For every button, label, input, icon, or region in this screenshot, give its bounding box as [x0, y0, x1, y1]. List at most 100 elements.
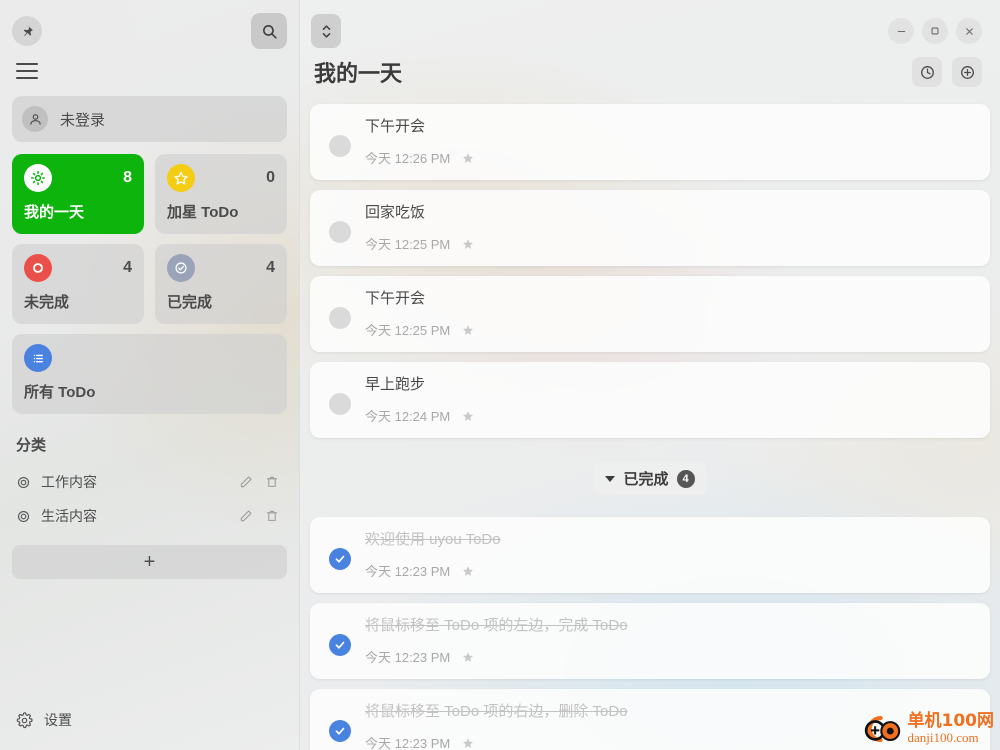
todo-meta: 今天 12:23 PM: [365, 647, 990, 666]
check-circle-icon: [167, 254, 195, 282]
close-icon[interactable]: [956, 18, 982, 44]
todo-text: 回家吃饭: [365, 204, 426, 221]
todo-list: 下午开会 今天 12:26 PM 回家吃饭 今天 12:25 PM 下午开会 今…: [300, 104, 1000, 750]
sort-updown-icon[interactable]: [311, 14, 341, 48]
category-row-life[interactable]: 生活内容: [12, 499, 287, 533]
category-name: 工作内容: [41, 474, 97, 490]
app-window: 未登录 8 我的一天 0 加星 ToDo 4 未完成 4 已完成 所有 ToDo…: [0, 0, 1000, 750]
todo-time: 今天 12:23 PM: [365, 650, 451, 665]
todo-meta: 今天 12:23 PM: [365, 733, 990, 750]
add-category-button[interactable]: +: [12, 545, 287, 579]
todo-checkbox[interactable]: [329, 548, 351, 570]
todo-text: 下午开会: [365, 290, 426, 307]
card-label: 未完成: [24, 294, 70, 311]
card-starred-todo[interactable]: 0 加星 ToDo: [155, 154, 287, 234]
todo-time: 今天 12:25 PM: [365, 237, 451, 252]
category-name: 生活内容: [41, 508, 97, 524]
star-icon[interactable]: [462, 324, 474, 336]
header-actions: [912, 57, 982, 87]
target-icon: [16, 509, 31, 524]
todo-item[interactable]: 早上跑步 今天 12:24 PM: [310, 362, 990, 438]
star-icon[interactable]: [462, 410, 474, 422]
completed-label: 已完成: [623, 471, 669, 488]
todo-checkbox[interactable]: [329, 307, 351, 329]
category-section-title: 分类: [16, 437, 47, 454]
completed-count-badge: 4: [676, 469, 695, 488]
star-icon[interactable]: [462, 152, 474, 164]
settings-label: 设置: [44, 712, 72, 728]
todo-checkbox[interactable]: [329, 634, 351, 656]
pencil-icon[interactable]: [239, 509, 253, 523]
todo-checkbox[interactable]: [329, 135, 351, 157]
star-icon[interactable]: [462, 737, 474, 749]
hamburger-icon[interactable]: [12, 58, 42, 84]
todo-checkbox[interactable]: [329, 393, 351, 415]
todo-checkbox[interactable]: [329, 221, 351, 243]
minus-icon[interactable]: [888, 18, 914, 44]
todo-item[interactable]: 下午开会 今天 12:25 PM: [310, 276, 990, 352]
page-title: 我的一天: [314, 61, 403, 86]
card-top: 0: [167, 164, 275, 192]
gear-icon: [16, 711, 33, 729]
card-top: 8: [24, 164, 132, 192]
sidebar-header: [12, 0, 287, 50]
todo-meta: 今天 12:23 PM: [365, 561, 990, 580]
window-controls: [888, 18, 982, 44]
todo-meta: 今天 12:26 PM: [365, 148, 990, 167]
todo-item[interactable]: 将鼠标移至 ToDo 项的右边，删除 ToDo 今天 12:23 PM: [310, 689, 990, 750]
pencil-icon[interactable]: [239, 475, 253, 489]
category-actions: [239, 475, 279, 489]
category-actions: [239, 509, 279, 523]
todo-text: 下午开会: [365, 118, 426, 135]
sun-icon: [24, 164, 52, 192]
card-label: 我的一天: [24, 204, 85, 221]
card-label: 所有 ToDo: [24, 384, 96, 401]
todo-checkbox[interactable]: [329, 720, 351, 742]
main-panel: 我的一天 下午开会 今天 12:26 PM 回家吃饭 今天 12:25 PM 下…: [300, 0, 1000, 750]
card-uncompleted[interactable]: 4 未完成: [12, 244, 144, 324]
clock-icon[interactable]: [912, 57, 942, 87]
trash-icon[interactable]: [265, 475, 279, 489]
todo-time: 今天 12:23 PM: [365, 564, 451, 579]
target-icon: [16, 475, 31, 490]
completed-section-divider: 已完成 4: [310, 462, 990, 495]
todo-time: 今天 12:23 PM: [365, 736, 451, 750]
circle-icon: [24, 254, 52, 282]
todo-text: 欢迎使用 uyou ToDo: [365, 531, 501, 548]
sidebar: 未登录 8 我的一天 0 加星 ToDo 4 未完成 4 已完成 所有 ToDo…: [0, 0, 300, 750]
todo-item[interactable]: 欢迎使用 uyou ToDo 今天 12:23 PM: [310, 517, 990, 593]
search-icon[interactable]: [251, 13, 287, 49]
square-icon[interactable]: [922, 18, 948, 44]
todo-item[interactable]: 下午开会 今天 12:26 PM: [310, 104, 990, 180]
card-my-day[interactable]: 8 我的一天: [12, 154, 144, 234]
trash-icon[interactable]: [265, 509, 279, 523]
caret-down-icon: [605, 475, 616, 482]
pushpin-icon[interactable]: [12, 16, 42, 46]
star-icon[interactable]: [462, 651, 474, 663]
todo-meta: 今天 12:25 PM: [365, 234, 990, 253]
todo-meta: 今天 12:24 PM: [365, 406, 990, 425]
main-titlebar: [300, 0, 1000, 50]
todo-time: 今天 12:24 PM: [365, 409, 451, 424]
user-icon: [22, 106, 48, 132]
todo-item[interactable]: 将鼠标移至 ToDo 项的左边，完成 ToDo 今天 12:23 PM: [310, 603, 990, 679]
category-row-work[interactable]: 工作内容: [12, 465, 287, 499]
completed-toggle[interactable]: 已完成 4: [593, 462, 707, 495]
sidebar-item-settings[interactable]: 设置: [12, 690, 287, 750]
account-name: 未登录: [60, 111, 106, 129]
star-icon[interactable]: [462, 238, 474, 250]
todo-item[interactable]: 回家吃饭 今天 12:25 PM: [310, 190, 990, 266]
card-top: [24, 344, 275, 372]
quick-filter-cards: 8 我的一天 0 加星 ToDo 4 未完成 4 已完成 所有 ToDo: [12, 154, 287, 414]
list-icon: [24, 344, 52, 372]
card-all-todo[interactable]: 所有 ToDo: [12, 334, 287, 414]
todo-time: 今天 12:25 PM: [365, 323, 451, 338]
star-icon[interactable]: [462, 565, 474, 577]
todo-text: 将鼠标移至 ToDo 项的左边，完成 ToDo: [365, 617, 628, 634]
card-count: 8: [123, 169, 132, 186]
card-completed[interactable]: 4 已完成: [155, 244, 287, 324]
plus-circle-icon[interactable]: [952, 57, 982, 87]
card-count: 0: [266, 169, 275, 186]
account-row[interactable]: 未登录: [12, 96, 287, 142]
